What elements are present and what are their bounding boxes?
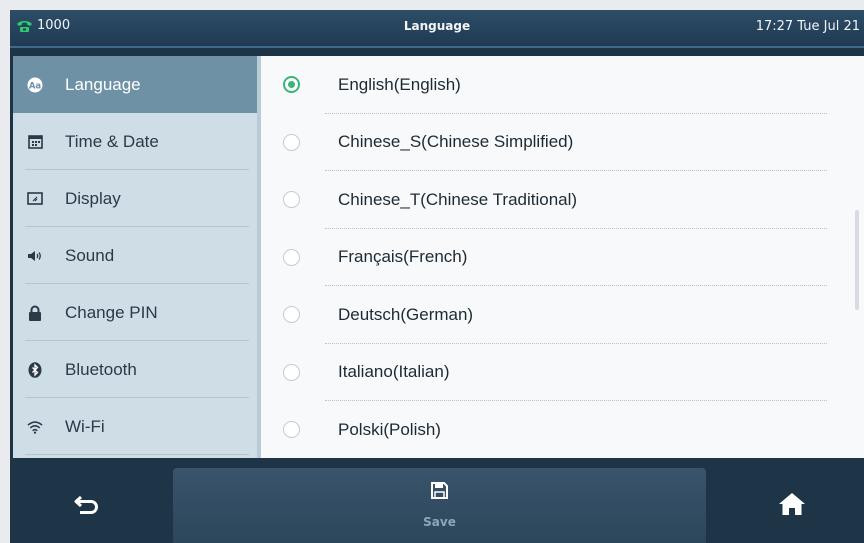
sidebar-item-label: Change PIN xyxy=(65,302,158,322)
radio-button[interactable] xyxy=(283,191,300,209)
list-scrollbar[interactable] xyxy=(855,210,859,310)
sidebar-item-language[interactable]: Aa Language xyxy=(13,56,261,113)
language-option-label: Chinese_S(Chinese Simplified) xyxy=(338,132,574,152)
language-option[interactable]: Chinese_S(Chinese Simplified) xyxy=(261,114,864,171)
radio-button[interactable] xyxy=(283,306,300,324)
status-bar: 1000 Language 17:27 Tue Jul 21 xyxy=(10,10,864,46)
page-title: Language xyxy=(403,19,471,33)
language-list: English(English) Chinese_S(Chinese Simpl… xyxy=(261,56,864,458)
sidebar-item-label: Bluetooth xyxy=(65,359,137,379)
language-option-label: English(English) xyxy=(338,74,461,94)
radio-button[interactable] xyxy=(283,421,300,439)
sidebar-item-sound[interactable]: Sound xyxy=(13,227,261,284)
radio-button[interactable] xyxy=(283,248,300,266)
datetime: 17:27 Tue Jul 21 xyxy=(755,19,860,34)
header-divider xyxy=(10,46,864,48)
floppy-disk-icon xyxy=(431,482,448,499)
save-button[interactable]: Save xyxy=(173,468,706,543)
sidebar-item-bluetooth[interactable]: Bluetooth xyxy=(13,341,261,398)
save-label: Save xyxy=(423,515,456,529)
language-option-label: Français(French) xyxy=(338,247,468,267)
settings-sidebar: Aa Language Time & Date Display Sound Ch… xyxy=(13,56,261,458)
language-option-label: Chinese_T(Chinese Traditional) xyxy=(338,189,578,209)
wifi-icon xyxy=(27,419,43,435)
calendar-icon xyxy=(27,134,43,150)
language-option-label: Deutsch(German) xyxy=(338,304,474,324)
svg-text:Aa: Aa xyxy=(29,81,42,91)
language-option[interactable]: Polski(Polish) xyxy=(261,401,864,458)
speaker-icon xyxy=(27,248,43,264)
language-icon: Aa xyxy=(27,77,43,93)
language-option[interactable]: Chinese_T(Chinese Traditional) xyxy=(261,171,864,229)
sidebar-item-label: Display xyxy=(65,188,121,208)
language-option[interactable]: Deutsch(German) xyxy=(261,286,864,344)
sidebar-item-wifi[interactable]: Wi-Fi xyxy=(13,398,261,455)
bluetooth-icon xyxy=(27,361,43,378)
language-option[interactable]: Italiano(Italian) xyxy=(261,344,864,401)
sidebar-item-display[interactable]: Display xyxy=(13,170,261,227)
home-icon[interactable] xyxy=(777,491,807,517)
radio-button-selected[interactable] xyxy=(283,76,300,94)
language-option[interactable]: Français(French) xyxy=(261,229,864,286)
sidebar-item-label: Time & Date xyxy=(65,131,159,151)
lock-icon xyxy=(27,305,43,321)
sidebar-item-label: Language xyxy=(65,74,141,94)
language-option-label: Italiano(Italian) xyxy=(338,362,450,382)
softkey-bar: Save xyxy=(10,458,864,543)
language-option-label: Polski(Polish) xyxy=(338,419,441,439)
sidebar-item-time-date[interactable]: Time & Date xyxy=(13,113,261,170)
display-icon xyxy=(27,191,43,207)
radio-button[interactable] xyxy=(283,133,300,151)
sidebar-item-change-pin[interactable]: Change PIN xyxy=(13,284,261,341)
sidebar-item-label: Sound xyxy=(65,245,115,265)
radio-button[interactable] xyxy=(283,363,300,381)
language-option[interactable]: English(English) xyxy=(261,56,864,114)
back-icon[interactable] xyxy=(72,493,102,517)
phone-screen: 1000 Language 17:27 Tue Jul 21 Aa Langua… xyxy=(10,10,864,543)
sidebar-item-label: Wi-Fi xyxy=(65,416,105,436)
